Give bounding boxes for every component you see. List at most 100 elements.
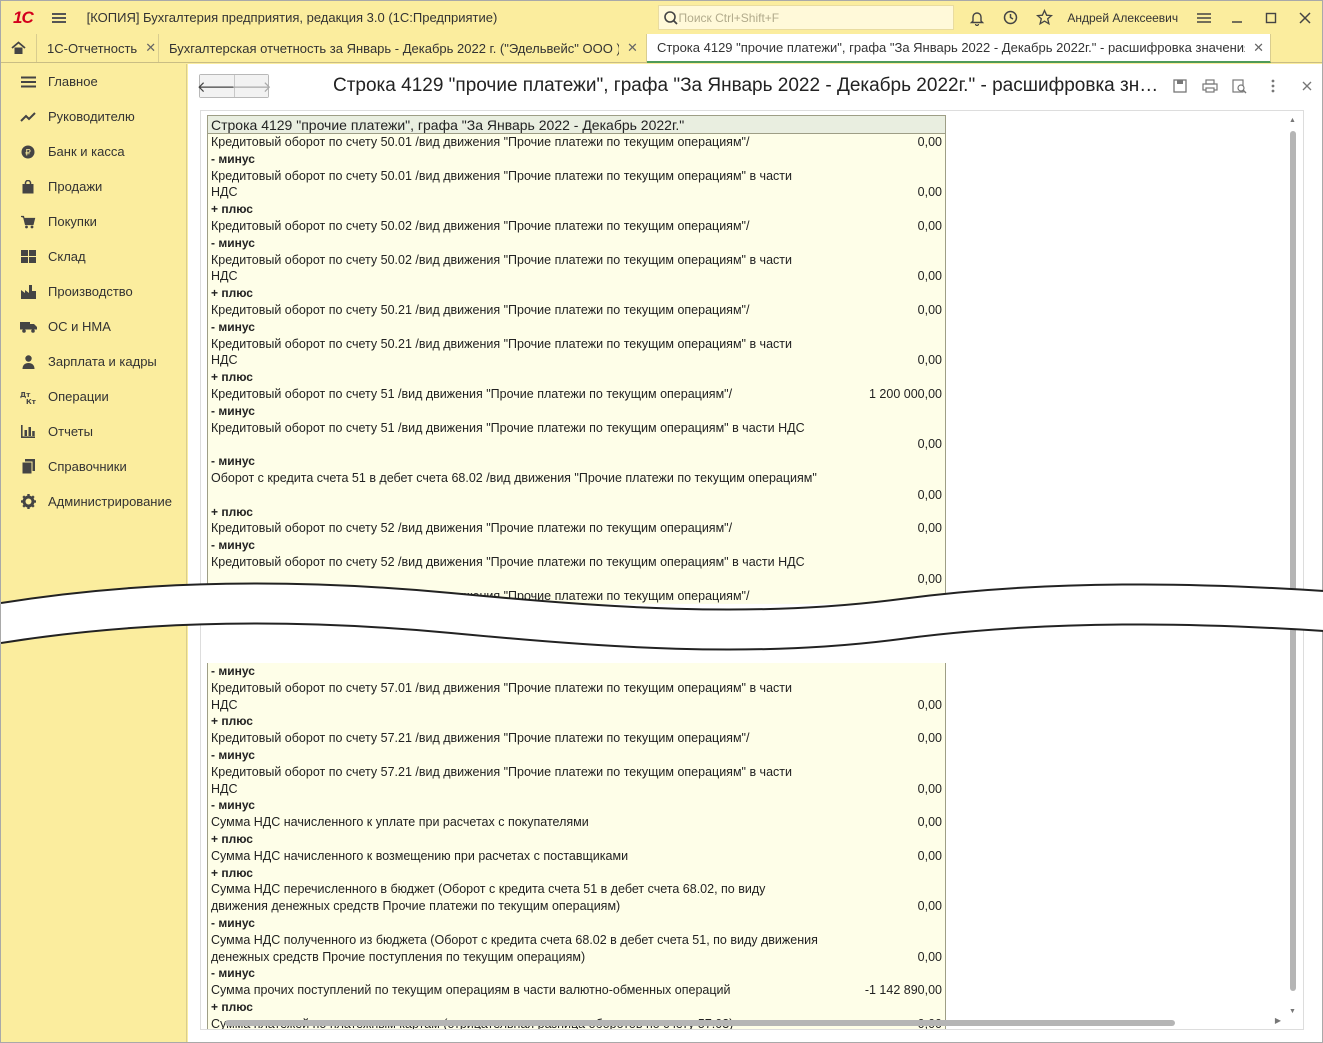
- title-bar: 1С [КОПИЯ] Бухгалтерия предприятия, реда…: [1, 1, 1322, 34]
- tab-line-decoding[interactable]: Строка 4129 "прочие платежи", графа "За …: [647, 34, 1271, 63]
- maximize-icon[interactable]: [1254, 1, 1288, 34]
- factory-icon: [18, 284, 38, 300]
- tab-1c-reporting[interactable]: 1С-Отчетность ✕: [37, 34, 159, 62]
- report-operator-row[interactable]: + плюс: [207, 998, 946, 1016]
- sidebar-item-label: Руководителю: [48, 109, 135, 124]
- report-operator-row[interactable]: - минус: [207, 537, 946, 554]
- report-operator-row[interactable]: + плюс: [207, 369, 946, 386]
- report-line-row[interactable]: Кредитовый оборот по счету 50.02 /вид дв…: [207, 217, 946, 235]
- report-line-row[interactable]: Кредитовый оборот по счету 52 /вид движе…: [207, 553, 946, 588]
- sidebar-item-1[interactable]: Руководителю: [1, 99, 186, 134]
- back-arrow-icon[interactable]: 🡐: [197, 75, 237, 97]
- tab-accounting-report[interactable]: Бухгалтерская отчетность за Январь - Дек…: [159, 34, 647, 62]
- report-operator-row[interactable]: - минус: [207, 234, 946, 252]
- bell-icon[interactable]: [960, 1, 994, 34]
- close-form-icon[interactable]: [1292, 71, 1322, 101]
- sidebar-item-8[interactable]: Зарплата и кадры: [1, 344, 186, 379]
- row-text: - минус: [211, 235, 255, 250]
- row-text: - минус: [211, 151, 255, 166]
- report-operator-row[interactable]: + плюс: [207, 713, 946, 731]
- report-line-row[interactable]: Кредитовый оборот по счету 50.21 /вид дв…: [207, 301, 946, 319]
- sidebar-item-9[interactable]: Дт Кт Операции: [1, 379, 186, 414]
- close-icon[interactable]: ✕: [145, 40, 156, 56]
- book-icon: [18, 459, 38, 475]
- report-operator-row[interactable]: - минус: [207, 914, 946, 932]
- sidebar-item-4[interactable]: Покупки: [1, 204, 186, 239]
- close-window-icon[interactable]: [1288, 1, 1322, 34]
- sidebar-item-11[interactable]: Справочники: [1, 449, 186, 484]
- current-user[interactable]: Андрей Алексеевич: [1067, 11, 1186, 25]
- report-line-row[interactable]: Кредитовый оборот по счету 50.02 /вид дв…: [207, 251, 946, 286]
- report-operator-row[interactable]: + плюс: [207, 864, 946, 882]
- report-line-row[interactable]: Кредитовый оборот по счету 52 /вид движе…: [207, 520, 946, 538]
- minimize-icon[interactable]: [1221, 1, 1255, 34]
- spreadsheet-document[interactable]: Строка 4129 "прочие платежи", графа "За …: [200, 110, 1304, 1030]
- sidebar-item-label: Отчеты: [48, 424, 93, 439]
- sidebar-item-2[interactable]: ₽ Банк и касса: [1, 134, 186, 169]
- report-operator-row[interactable]: - минус: [207, 965, 946, 983]
- main-menu-icon[interactable]: [45, 1, 73, 34]
- more-vertical-icon[interactable]: [1258, 71, 1288, 101]
- report-line-row[interactable]: Кредитовый оборот по счету 50.01 /вид дв…: [207, 167, 946, 202]
- row-value: 0,00: [917, 571, 942, 586]
- row-text: Кредитовый оборот по счету 50.01 /вид дв…: [211, 135, 750, 149]
- row-value: 0,00: [917, 218, 942, 233]
- report-line-row[interactable]: Кредитовый оборот по счету 57.01 /вид дв…: [207, 679, 946, 714]
- report-line-row[interactable]: Сумма НДС перечисленного в бюджет (Оборо…: [207, 881, 946, 915]
- close-icon[interactable]: ✕: [627, 40, 638, 56]
- search-input[interactable]: [678, 10, 939, 25]
- save-icon[interactable]: [1165, 71, 1195, 101]
- close-icon[interactable]: ✕: [1253, 40, 1264, 56]
- report-operator-row[interactable]: + плюс: [207, 503, 946, 521]
- report-line-row[interactable]: Кредитовый оборот по счету 57.21 /вид дв…: [207, 730, 946, 747]
- sections-sidebar: Главное Руководителю ₽ Банк и касса Продажи П…: [1, 64, 187, 1042]
- row-text: Кредитовый оборот по счету 55.01 /вид дв…: [211, 588, 750, 603]
- settings-menu-icon[interactable]: [1187, 1, 1221, 34]
- report-operator-row[interactable]: - минус: [207, 797, 946, 815]
- favorites-star-icon[interactable]: [1028, 1, 1062, 34]
- report-operator-row[interactable]: + плюс: [207, 830, 946, 848]
- vertical-scrollbar[interactable]: ▲ ▼: [1289, 117, 1297, 1015]
- report-line-row[interactable]: Сумма НДС полученного из бюджета (Оборот…: [207, 931, 946, 966]
- print-icon[interactable]: [1195, 71, 1225, 101]
- report-line-row[interactable]: Кредитовый оборот по счету 57.21 /вид дв…: [207, 763, 946, 798]
- report-table-top: Строка 4129 "прочие платежи", графа "За …: [207, 115, 946, 605]
- report-line-row[interactable]: Сумма НДС начисленного к уплате при расч…: [207, 814, 946, 831]
- report-line-row[interactable]: Кредитовый оборот по счету 50.01 /вид дв…: [207, 134, 946, 151]
- report-operator-row[interactable]: - минус: [207, 453, 946, 470]
- sidebar-item-12[interactable]: Администрирование: [1, 484, 186, 519]
- report-operator-row[interactable]: - минус: [207, 318, 946, 336]
- row-text: Кредитовый оборот по счету 50.21 /вид дв…: [211, 302, 750, 317]
- sidebar-item-label: Зарплата и кадры: [48, 354, 157, 369]
- form-area: 🡐 🡒 Строка 4129 "прочие платежи", графа …: [188, 64, 1322, 1042]
- report-line-row[interactable]: Кредитовый оборот по счету 51 /вид движе…: [207, 419, 946, 454]
- preview-icon[interactable]: [1225, 71, 1255, 101]
- report-line-row[interactable]: Кредитовый оборот по счету 50.21 /вид дв…: [207, 335, 946, 370]
- report-operator-row[interactable]: + плюс: [207, 285, 946, 302]
- sidebar-item-0[interactable]: Главное: [1, 64, 186, 99]
- forward-arrow-icon[interactable]: 🡒: [231, 75, 272, 97]
- menu-lines-icon: [18, 74, 38, 90]
- sidebar-item-10[interactable]: Отчеты: [1, 414, 186, 449]
- report-line-row[interactable]: Кредитовый оборот по счету 55.01 /вид дв…: [207, 587, 946, 605]
- report-operator-row[interactable]: - минус: [207, 746, 946, 764]
- report-operator-row[interactable]: - минус: [207, 150, 946, 168]
- report-operator-row[interactable]: - минус: [207, 402, 946, 420]
- report-line-row[interactable]: Кредитовый оборот по счету 51 /вид движе…: [207, 385, 946, 403]
- sidebar-item-7[interactable]: ОС и НМА: [1, 309, 186, 344]
- horizontal-scrollbar[interactable]: ▶: [221, 1016, 1281, 1027]
- home-icon[interactable]: [1, 34, 37, 62]
- global-search[interactable]: [657, 5, 954, 30]
- sidebar-item-5[interactable]: Склад: [1, 239, 186, 274]
- report-operator-row[interactable]: - минус: [207, 663, 946, 680]
- report-line-row[interactable]: Сумма НДС начисленного к возмещению при …: [207, 847, 946, 865]
- report-line-row[interactable]: Оборот с кредита счета 51 в дебет счета …: [207, 469, 946, 504]
- history-icon[interactable]: [994, 1, 1028, 34]
- row-text: Кредитовый оборот по счету 50.02 /вид дв…: [211, 218, 750, 233]
- report-operator-row[interactable]: + плюс: [207, 201, 946, 218]
- report-line-row[interactable]: Сумма прочих поступлений по текущим опер…: [207, 982, 946, 999]
- app-title: [КОПИЯ] Бухгалтерия предприятия, редакци…: [86, 10, 498, 25]
- sidebar-item-3[interactable]: Продажи: [1, 169, 186, 204]
- sidebar-item-6[interactable]: Производство: [1, 274, 186, 309]
- sidebar-item-label: Банк и касса: [48, 144, 125, 159]
